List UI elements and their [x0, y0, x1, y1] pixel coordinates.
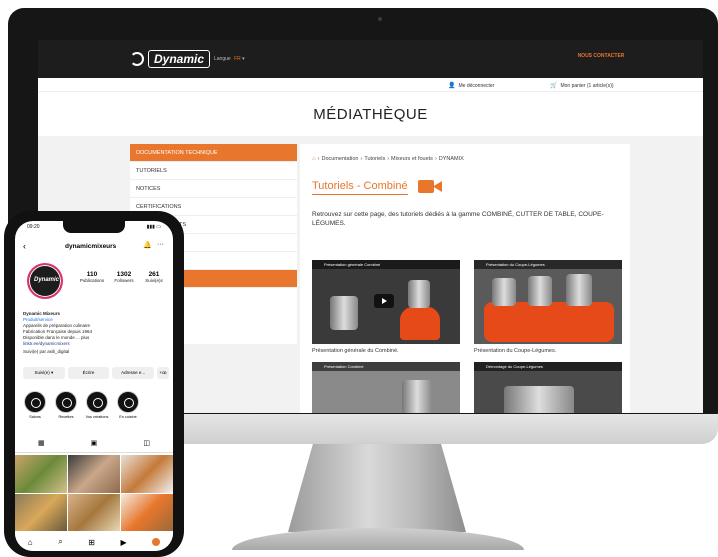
bell-icon[interactable]: 🔔: [143, 241, 152, 249]
language-selector[interactable]: Langue FR ▾: [214, 56, 245, 62]
breadcrumb-item[interactable]: Documentation: [321, 156, 358, 162]
breadcrumb: ⌂ › Documentation › Tutoriels › Mixeurs …: [312, 156, 464, 162]
instagram-profile-screen: 09:20 ▮▮▮ ▭ ‹ dynamicmixeurs 🔔 ··· Dynam…: [15, 221, 173, 551]
email-button[interactable]: Adresse e...: [112, 367, 155, 379]
profile-bio: Dynamic Mixeurs Produit/service Appareil…: [23, 311, 169, 355]
profile-header: ‹ dynamicmixeurs 🔔 ···: [15, 239, 173, 255]
intro-text: Retrouvez sur cette page, des tutoriels …: [312, 211, 604, 227]
contact-button[interactable]: NOUS CONTACTER: [573, 50, 629, 68]
home-icon[interactable]: ⌂: [312, 156, 316, 162]
add-post-icon[interactable]: ⊞: [88, 538, 95, 547]
post-thumbnail[interactable]: [15, 493, 67, 531]
profile-username: dynamicmixeurs: [65, 243, 117, 250]
video-camera-icon: [418, 178, 442, 194]
post-thumbnail[interactable]: [15, 455, 67, 493]
page-title: MÉDIATHÈQUE: [313, 106, 428, 123]
section-title: Tutoriels - Combiné: [312, 180, 408, 195]
message-button[interactable]: Écrire: [67, 367, 110, 379]
highlight-item[interactable]: Vos créations: [85, 391, 109, 419]
play-icon[interactable]: [374, 294, 394, 308]
home-icon[interactable]: ⌂: [28, 538, 33, 547]
add-person-button[interactable]: +ꝏ: [157, 367, 170, 379]
profile-actions: Suivi(e) ▾ Écrire Adresse e... +ꝏ: [23, 367, 170, 379]
smartphone: 09:20 ▮▮▮ ▭ ‹ dynamicmixeurs 🔔 ··· Dynam…: [4, 211, 184, 557]
breadcrumb-item[interactable]: Mixeurs et fouets: [391, 156, 433, 162]
user-icon: 👤: [448, 83, 456, 89]
monitor-base: [232, 528, 524, 550]
bio-link[interactable]: linktr.ee/dynamicmixers: [23, 341, 169, 347]
stat-following[interactable]: 261 Suivi(e)s: [139, 271, 169, 283]
reels-icon[interactable]: ▶: [121, 538, 127, 547]
signal-battery-icon: ▮▮▮ ▭: [146, 224, 161, 230]
bottom-navigation: ⌂ ⌕ ⊞ ▶: [15, 533, 173, 551]
breadcrumb-item[interactable]: Tutoriels: [364, 156, 385, 162]
sidebar-item-documentation[interactable]: DOCUMENTATION TECHNIQUE: [130, 144, 297, 162]
tagged-icon[interactable]: ◫: [143, 439, 150, 452]
webcam: [378, 17, 382, 21]
site-logo[interactable]: Dynamic: [130, 50, 211, 68]
video-player-4[interactable]: Démontage du Coupe-Légumes: [474, 362, 622, 413]
highlight-item[interactable]: Salons: [23, 391, 47, 419]
chevron-down-icon: ▾: [242, 56, 245, 62]
phone-notch: [63, 221, 125, 233]
post-grid: [15, 455, 173, 531]
monitor-stand: [288, 444, 466, 532]
cart-link[interactable]: 🛒 Mon panier (1 article(s)): [550, 82, 614, 90]
back-arrow-icon[interactable]: ‹: [23, 241, 26, 251]
story-highlights: Salons Recettes Vos créations En cuisine: [23, 391, 169, 419]
video-player-3[interactable]: Présentation Combiné: [312, 362, 460, 413]
site-header: Dynamic Langue FR ▾ NOUS CONTACTER: [38, 40, 703, 78]
sidebar-item-tutoriels[interactable]: TUTORIELS: [130, 162, 297, 180]
grid-icon[interactable]: ▦: [38, 439, 45, 452]
cart-icon: 🛒: [550, 83, 558, 89]
sidebar-item-notices[interactable]: NOTICES: [130, 180, 297, 198]
account-bar: 👤 Me déconnecter 🛒 Mon panier (1 article…: [38, 78, 703, 92]
post-thumbnail[interactable]: [121, 493, 173, 531]
logout-link[interactable]: 👤 Me déconnecter: [448, 82, 494, 90]
avatar[interactable]: Dynamic: [27, 263, 63, 299]
profile-avatar-icon[interactable]: [152, 538, 161, 546]
profile-tabs: ▦ ▣ ◫: [15, 439, 173, 453]
video-player-1[interactable]: Présentation générale Combiné: [312, 260, 460, 344]
post-thumbnail[interactable]: [121, 455, 173, 493]
post-thumbnail[interactable]: [68, 493, 120, 531]
stat-followers[interactable]: 1302 Followers: [109, 271, 139, 283]
logo-swirl-icon: [130, 52, 144, 66]
video-caption-2: Présentation du Coupe-Légumes.: [474, 348, 557, 354]
tutorial-content: ⌂ › Documentation › Tutoriels › Mixeurs …: [300, 144, 630, 413]
video-caption-1: Présentation générale du Combiné.: [312, 348, 399, 354]
highlight-item[interactable]: En cuisine: [116, 391, 140, 419]
reels-icon[interactable]: ▣: [91, 439, 98, 452]
logo-text: Dynamic: [148, 50, 211, 68]
stat-posts[interactable]: 110 Publications: [77, 271, 107, 283]
highlight-item[interactable]: Recettes: [54, 391, 78, 419]
post-thumbnail[interactable]: [68, 455, 120, 493]
follow-button[interactable]: Suivi(e) ▾: [23, 367, 65, 379]
clock: 09:20: [27, 224, 40, 230]
search-icon[interactable]: ⌕: [58, 537, 62, 547]
breadcrumb-item: DYNAMIX: [438, 156, 464, 162]
video-player-2[interactable]: Présentation du Coupe-Légumes: [474, 260, 622, 344]
more-icon[interactable]: ···: [157, 241, 164, 248]
